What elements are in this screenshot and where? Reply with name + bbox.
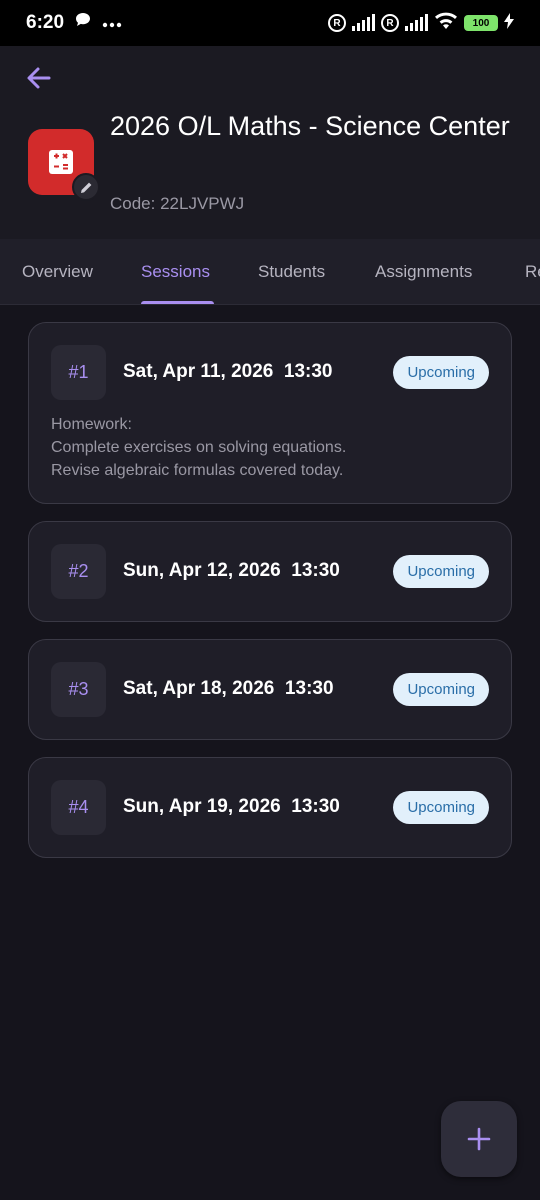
session-card[interactable]: #1 Sat, Apr 11, 2026 13:30 Upcoming Home… — [28, 322, 512, 504]
notes-line: Revise algebraic formulas covered today. — [51, 462, 344, 479]
tab-assignments[interactable]: Assignments — [375, 239, 472, 304]
notes-line: Complete exercises on solving equations. — [51, 439, 347, 456]
calculator-icon — [49, 150, 73, 174]
session-number: #2 — [51, 544, 106, 599]
tab-sessions[interactable]: Sessions — [141, 239, 210, 304]
tab-more[interactable]: Re — [525, 239, 540, 304]
more-dots-icon — [102, 12, 122, 34]
course-title: 2026 O/L Maths - Science Center — [110, 111, 510, 141]
session-date: Sun, Apr 19, 2026 13:30 — [123, 796, 340, 817]
course-code: Code: 22LJVPWJ — [110, 194, 245, 213]
add-session-button[interactable] — [441, 1101, 517, 1177]
signal-icon — [352, 14, 375, 31]
chat-bubble-icon — [74, 11, 92, 35]
session-card[interactable]: #3 Sat, Apr 18, 2026 13:30 Upcoming — [28, 639, 512, 740]
session-number: #3 — [51, 662, 106, 717]
session-number: #4 — [51, 780, 106, 835]
session-number: #1 — [51, 345, 106, 400]
status-bar-right: R R 100 — [328, 12, 514, 35]
notes-line: Homework: — [51, 416, 132, 433]
status-time: 6:20 — [26, 12, 65, 33]
arrow-left-icon — [27, 67, 51, 89]
course-header: 2026 O/L Maths - Science Center Code: 22… — [0, 46, 540, 239]
session-card[interactable]: #4 Sun, Apr 19, 2026 13:30 Upcoming — [28, 757, 512, 858]
status-badge[interactable]: Upcoming — [393, 673, 489, 706]
status-bar-left: 6:20 — [26, 11, 122, 35]
pencil-icon — [80, 182, 91, 193]
session-card[interactable]: #2 Sun, Apr 12, 2026 13:30 Upcoming — [28, 521, 512, 622]
signal-icon — [405, 14, 428, 31]
tab-indicator — [141, 301, 214, 304]
session-date: Sun, Apr 12, 2026 13:30 — [123, 560, 340, 581]
session-notes: Homework: Complete exercises on solving … — [51, 413, 346, 482]
session-date: Sat, Apr 18, 2026 13:30 — [123, 678, 334, 699]
status-badge[interactable]: Upcoming — [393, 356, 489, 389]
edit-icon-button[interactable] — [72, 173, 100, 201]
wifi-icon — [434, 12, 458, 35]
tab-students[interactable]: Students — [258, 239, 325, 304]
battery-icon: 100 — [464, 15, 498, 31]
tab-bar: Overview Sessions Students Assignments R… — [0, 239, 540, 305]
tab-overview[interactable]: Overview — [22, 239, 93, 304]
plus-icon — [467, 1127, 491, 1151]
registered-icon: R — [381, 14, 399, 32]
battery-level: 100 — [472, 17, 490, 29]
session-date: Sat, Apr 11, 2026 13:30 — [123, 361, 333, 382]
status-bar: 6:20 R R 100 — [0, 0, 540, 46]
status-badge[interactable]: Upcoming — [393, 555, 489, 588]
back-button[interactable] — [22, 62, 56, 94]
registered-icon: R — [328, 14, 346, 32]
status-badge[interactable]: Upcoming — [393, 791, 489, 824]
charging-icon — [504, 12, 514, 34]
